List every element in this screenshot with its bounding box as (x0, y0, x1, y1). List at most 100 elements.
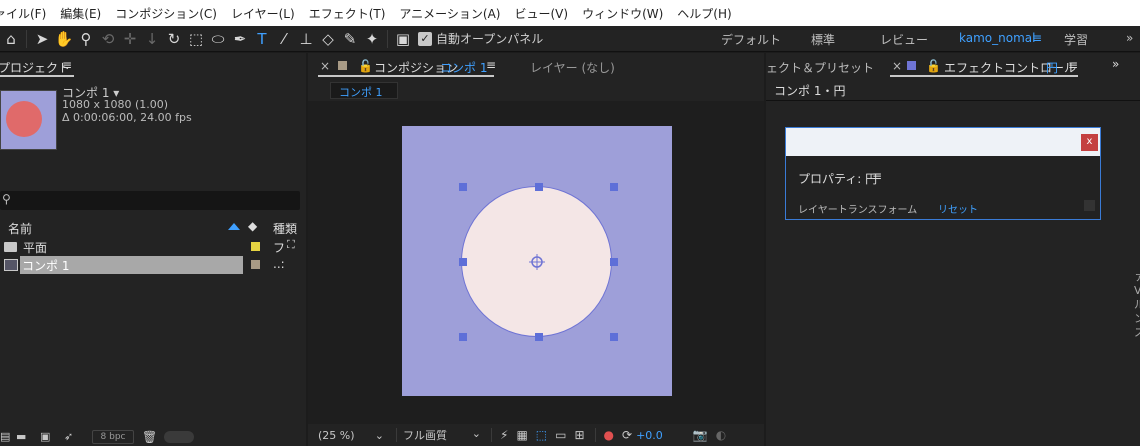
snapshot-icon[interactable]: 📷 (693, 428, 708, 442)
new-folder-icon[interactable]: ▬ (16, 430, 40, 443)
menu-composition[interactable]: コンポジション(C) (115, 5, 217, 22)
close-tab-icon[interactable]: × (320, 59, 330, 73)
menu-view[interactable]: ビュー(V) (514, 5, 568, 22)
roto-brush-icon[interactable]: ✎ (339, 28, 361, 50)
tab-effects-presets[interactable]: ェクト＆プリセット (766, 59, 874, 76)
comp-duration: Δ 0:00:06:00, 24.00 fps (62, 111, 192, 124)
label-color-swatch (251, 260, 260, 269)
bounding-handle-top-right[interactable] (610, 183, 618, 191)
column-type[interactable]: 種類 (273, 220, 297, 237)
divider (387, 29, 388, 48)
property-menu-icon[interactable]: ≡ (872, 169, 882, 183)
rotate-tool-icon[interactable]: ↻ (163, 28, 185, 50)
list-item[interactable]: コンポ 1 ..: (0, 256, 306, 274)
project-tab[interactable]: プロジェクト (0, 59, 70, 76)
reset-exposure-icon[interactable]: ⟳ (622, 428, 632, 442)
effects-header-divider (766, 100, 1140, 101)
effects-menu-icon[interactable]: ≡ (1068, 58, 1078, 72)
brush-tool-icon[interactable]: ⁄ (273, 28, 295, 50)
transform-toggle[interactable] (1084, 200, 1095, 211)
workspace-kamo-nomal[interactable]: kamo_nomal (959, 31, 1035, 45)
workspace-default[interactable]: デフォルト (721, 31, 781, 48)
bounding-handle-bottom[interactable] (535, 333, 543, 341)
hand-tool-icon[interactable]: ✋ (53, 28, 75, 50)
pan-camera-icon[interactable]: ✛ (119, 28, 141, 50)
exposure-value[interactable]: +0.0 (636, 429, 663, 442)
thumbnail-slider[interactable] (164, 430, 194, 443)
tab-effect-target[interactable]: 円 (1046, 59, 1058, 76)
eraser-tool-icon[interactable]: ◇ (317, 28, 339, 50)
transparency-grid-icon[interactable]: ▦ (516, 428, 527, 442)
search-icon: ⚲ (2, 192, 11, 206)
menu-file[interactable]: ァイル(F) (0, 5, 46, 22)
orbit-camera-icon[interactable]: ⟲ (97, 28, 119, 50)
puppet-pin-icon[interactable]: ✦ (361, 28, 383, 50)
viewer-footer: (25 %) ⌄ フル画質 ⌄ ⚡ ▦ ⬚ ▭ ⊞ ● ⟳ +0.0 📷 ◐ (308, 424, 764, 446)
anchor-point-icon[interactable] (529, 254, 545, 270)
snap-label: 自動オープンパネル (436, 32, 544, 46)
ellipse-tool-icon[interactable]: ⬭ (207, 28, 229, 50)
workspace-review[interactable]: レビュー (880, 31, 928, 48)
bounding-handle-bottom-right[interactable] (610, 333, 618, 341)
more-workspaces-icon[interactable]: » (1126, 31, 1133, 45)
dolly-camera-icon[interactable]: ↓ (141, 28, 163, 50)
workspace-learn[interactable]: 学習 (1064, 31, 1088, 48)
tab-composition-name[interactable]: コンポ 1 (440, 59, 487, 76)
close-tab-icon[interactable]: × (892, 59, 902, 73)
project-menu-icon[interactable]: ≡ (62, 58, 72, 72)
project-search-input[interactable]: ⚲ (0, 191, 300, 210)
bounding-handle-top[interactable] (535, 183, 543, 191)
snap-checkbox[interactable]: ✓ (418, 31, 432, 46)
selection-tool-icon[interactable]: ➤ (31, 28, 53, 50)
menu-window[interactable]: ウィンドウ(W) (582, 5, 663, 22)
composition-icon (4, 259, 18, 271)
panel-layout-icon[interactable]: ▣ (392, 28, 414, 50)
color-channels-icon[interactable]: ● (604, 428, 614, 442)
resolution-dropdown[interactable]: フル画質 ⌄ (403, 427, 481, 443)
column-name[interactable]: 名前 (8, 220, 32, 237)
menu-layer[interactable]: レイヤー(L) (231, 5, 295, 22)
more-panels-icon[interactable]: » (1112, 57, 1119, 71)
region-of-interest-icon[interactable]: ▭ (555, 428, 566, 442)
bounding-handle-bottom-left[interactable] (459, 333, 467, 341)
bounding-handle-top-left[interactable] (459, 183, 467, 191)
mask-path-icon[interactable]: ⬚ (536, 428, 547, 442)
home-icon[interactable]: ⌂ (0, 28, 22, 50)
trash-icon[interactable]: 🗑 (142, 430, 162, 444)
lock-icon[interactable]: 🔓 (926, 59, 941, 73)
comp-menu-icon[interactable]: ≡ (486, 58, 496, 72)
workspace-standard[interactable]: 標準 (811, 31, 835, 48)
lock-icon[interactable]: 🔓 (358, 59, 373, 73)
pen-tool-icon[interactable]: ✒ (229, 28, 251, 50)
popup-close-button[interactable]: x (1081, 134, 1098, 151)
effects-panel: ェクト＆プリセット × 🔓 エフェクトコントロール 円 ≡ » コンポ 1・円 (766, 53, 1140, 446)
close-icon: x (1086, 136, 1093, 147)
guides-icon[interactable]: ⊞ (574, 428, 584, 442)
bpc-button[interactable]: 8 bpc (92, 429, 134, 444)
zoom-dropdown[interactable]: (25 %) ⌄ (318, 429, 384, 442)
reset-link[interactable]: リセット (938, 201, 978, 216)
bounding-handle-right[interactable] (610, 258, 618, 266)
zoom-tool-icon[interactable]: ⚲ (75, 28, 97, 50)
tab-layer[interactable]: レイヤー (なし) (530, 59, 615, 76)
workspace-menu-icon[interactable]: ≡ (1032, 31, 1042, 45)
interpret-footage-icon[interactable]: ▤ (0, 430, 10, 443)
new-comp-icon[interactable]: ▣ (40, 430, 64, 443)
fast-preview-icon[interactable]: ⚡ (500, 428, 508, 442)
label-tag-icon[interactable]: ◆ (248, 219, 257, 233)
render-icon[interactable]: ➶ (64, 430, 90, 443)
bounding-handle-left[interactable] (459, 258, 467, 266)
list-item[interactable]: 平面 フ ⛶ (0, 238, 306, 256)
clone-stamp-icon[interactable]: ⊥ (295, 28, 317, 50)
menu-edit[interactable]: 編集(E) (60, 5, 101, 22)
comp-breadcrumb[interactable]: コンポ 1 (330, 82, 398, 99)
menu-animation[interactable]: アニメーション(A) (399, 5, 500, 22)
menu-effect[interactable]: エフェクト(T) (309, 5, 386, 22)
text-tool-icon[interactable]: T (251, 28, 273, 50)
property-label: プロパティ: 円 (798, 172, 878, 186)
tab-underline (890, 75, 1078, 77)
anchor-tool-icon[interactable]: ⬚ (185, 28, 207, 50)
show-snapshot-icon[interactable]: ◐ (716, 428, 726, 442)
sort-ascending-icon[interactable] (228, 223, 240, 230)
menu-help[interactable]: ヘルプ(H) (677, 5, 731, 22)
